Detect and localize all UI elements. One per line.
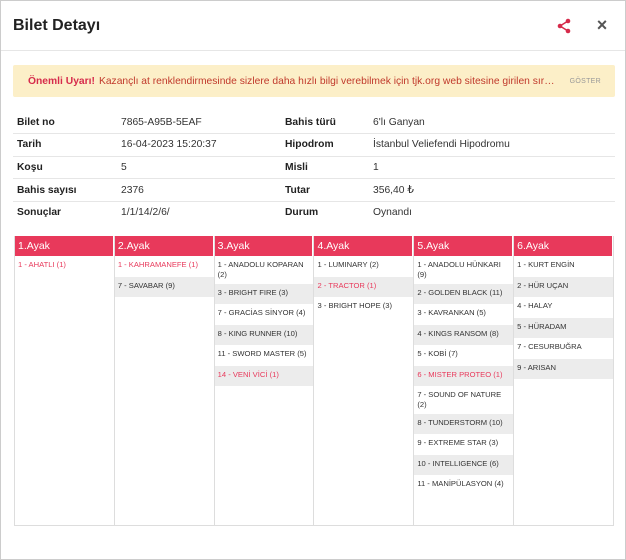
- info-label: Misli: [281, 156, 369, 180]
- info-row: Tarih 16-04-2023 15:20:37 Hipodrom İstanbul…: [13, 133, 615, 157]
- leg-column: 1.Ayak 1 - AHATLI (1): [15, 236, 115, 526]
- leg-header: 2.Ayak: [114, 236, 214, 256]
- leg-header: 5.Ayak: [414, 236, 514, 256]
- show-button[interactable]: GÖSTER: [570, 78, 601, 85]
- horse-item: 7 - SAVABAR (9): [114, 276, 214, 297]
- share-icon: [557, 18, 571, 33]
- info-label: Tutar: [281, 178, 369, 202]
- winning-horse: 6 - MISTER PROTEO (1): [414, 365, 514, 386]
- share-button[interactable]: [553, 15, 575, 37]
- info-value: 2376: [117, 178, 281, 202]
- info-row: Bilet no 7865-A95B-5EAF Bahis türü 6'lı Gan…: [13, 111, 615, 135]
- close-icon: ×: [596, 15, 608, 35]
- winning-horse: 1 - AHATLI (1): [18, 260, 66, 269]
- ticket-info-table: Bilet no 7865-A95B-5EAF Bahis türü 6'lı Gan…: [13, 111, 615, 224]
- ticket-detail-modal: Bilet Detayı × Önemli Uyarı! Kazançlı at…: [0, 0, 626, 560]
- leg-column: 6.Ayak 1 - KURT ENGİN 2 - HÜR UÇAN 4 - HALA…: [514, 236, 614, 526]
- info-value: İstanbul Veliefendi Hipodromu: [369, 133, 615, 157]
- horse-item: 11 - SWORD MASTER (5): [217, 349, 307, 358]
- horse-item: 4 - KINGS RANSOM (8): [414, 324, 514, 345]
- leg-column: 4.Ayak 1 - LUMINARY (2) 2 - TRACTOR (1) 3 -…: [314, 236, 415, 526]
- leg-column: 5.Ayak 1 - ANADOLU HÜNKARI (9) 2 - GOLDEN …: [414, 236, 515, 526]
- winning-horse: 14 - VENİ VİCİ (1): [214, 365, 314, 386]
- horse-item: 5 - HÜRADAM: [514, 317, 613, 338]
- info-row: Bahis sayısı 2376 Tutar 356,40 ₺: [13, 178, 615, 202]
- info-value: 5: [117, 156, 281, 180]
- leg-header: 4.Ayak: [314, 236, 414, 256]
- warning-banner: Önemli Uyarı! Kazançlı at renklendirmesi…: [13, 65, 615, 97]
- leg-column: 3.Ayak 1 - ANADOLU KOPARAN (2) 3 - BRIGHT …: [214, 236, 315, 526]
- info-label: Koşu: [13, 156, 117, 180]
- horse-item: 8 - TUNDERSTORM (10): [414, 413, 514, 434]
- info-label: Hipodrom: [281, 133, 369, 157]
- horse-item: 7 - GRACİAS SİNYOR (4): [217, 308, 306, 317]
- info-value: 1: [369, 156, 615, 180]
- horse-item: 10 - INTELLIGENCE (6): [414, 454, 514, 475]
- horse-item: 3 - BRIGHT FIRE (3): [214, 283, 314, 304]
- winning-horse: 2 - TRACTOR (1): [314, 276, 414, 297]
- info-value: 6'lı Ganyan: [369, 111, 615, 135]
- warning-title: Önemli Uyarı!: [28, 75, 95, 87]
- horse-item: 5 - KOBİ (7): [417, 349, 458, 358]
- leg-header: 6.Ayak: [514, 236, 613, 256]
- modal-header: Bilet Detayı ×: [1, 1, 625, 51]
- horse-item: 3 - KAVRANKAN (5): [417, 308, 486, 317]
- horse-item: 2 - GOLDEN BLACK (11): [414, 283, 514, 304]
- horse-item: 11 - MANİPÜLASYON (4): [417, 479, 504, 488]
- info-label: Bilet no: [13, 111, 117, 135]
- modal-title: Bilet Detayı: [13, 16, 101, 34]
- horse-item: 3 - BRIGHT HOPE (3): [317, 301, 393, 310]
- info-label: Durum: [285, 207, 319, 219]
- horse-item: 7 - CESURBUĞRA: [517, 342, 582, 351]
- horse-item: 4 - HALAY: [517, 301, 553, 310]
- horse-item: 7 - SOUND OF NATURE (2): [417, 390, 502, 410]
- info-label: Bahis sayısı: [13, 178, 117, 202]
- info-value: 1/1/14/2/6/: [121, 207, 170, 219]
- close-button[interactable]: ×: [591, 15, 613, 37]
- info-value: Oynandı: [373, 207, 412, 219]
- horse-item: 1 - ANADOLU HÜNKARI (9): [417, 260, 501, 280]
- horse-item: 9 - ARISAN: [514, 358, 613, 379]
- info-row: Sonuçlar 1/1/14/2/6/Durum Oynandı: [13, 201, 615, 224]
- info-label: Tarih: [13, 133, 117, 157]
- leg-column: 2.Ayak 1 - KAHRAMANEFE (1) 7 - SAVABAR (9): [114, 236, 215, 526]
- info-value: 356,40 ₺: [369, 178, 615, 202]
- horse-item: 8 - KING RUNNER (10): [214, 324, 314, 345]
- info-label: Sonuçlar: [17, 207, 62, 219]
- leg-header: 3.Ayak: [214, 236, 314, 256]
- warning-text: Kazançlı at renklendirmesinde sizlere da…: [98, 75, 560, 87]
- info-value: 7865-A95B-5EAF: [117, 111, 281, 135]
- horse-item: 1 - KURT ENGİN: [517, 260, 575, 269]
- horse-item: 9 - EXTREME STAR (3): [417, 438, 499, 447]
- horse-item: 2 - HÜR UÇAN: [514, 276, 613, 297]
- info-row: Koşu 5 Misli 1: [13, 156, 615, 180]
- info-label: Bahis türü: [281, 111, 369, 135]
- winning-horse: 1 - KAHRAMANEFE (1): [117, 260, 198, 269]
- leg-header: 1.Ayak: [15, 236, 114, 256]
- horse-item: 1 - ANADOLU KOPARAN (2): [217, 260, 304, 280]
- legs-grid: 1.Ayak 1 - AHATLI (1) 2.Ayak 1 - KAHRAMANEF…: [14, 236, 614, 526]
- info-value: 16-04-2023 15:20:37: [117, 133, 281, 157]
- horse-item: 1 - LUMINARY (2): [317, 260, 379, 269]
